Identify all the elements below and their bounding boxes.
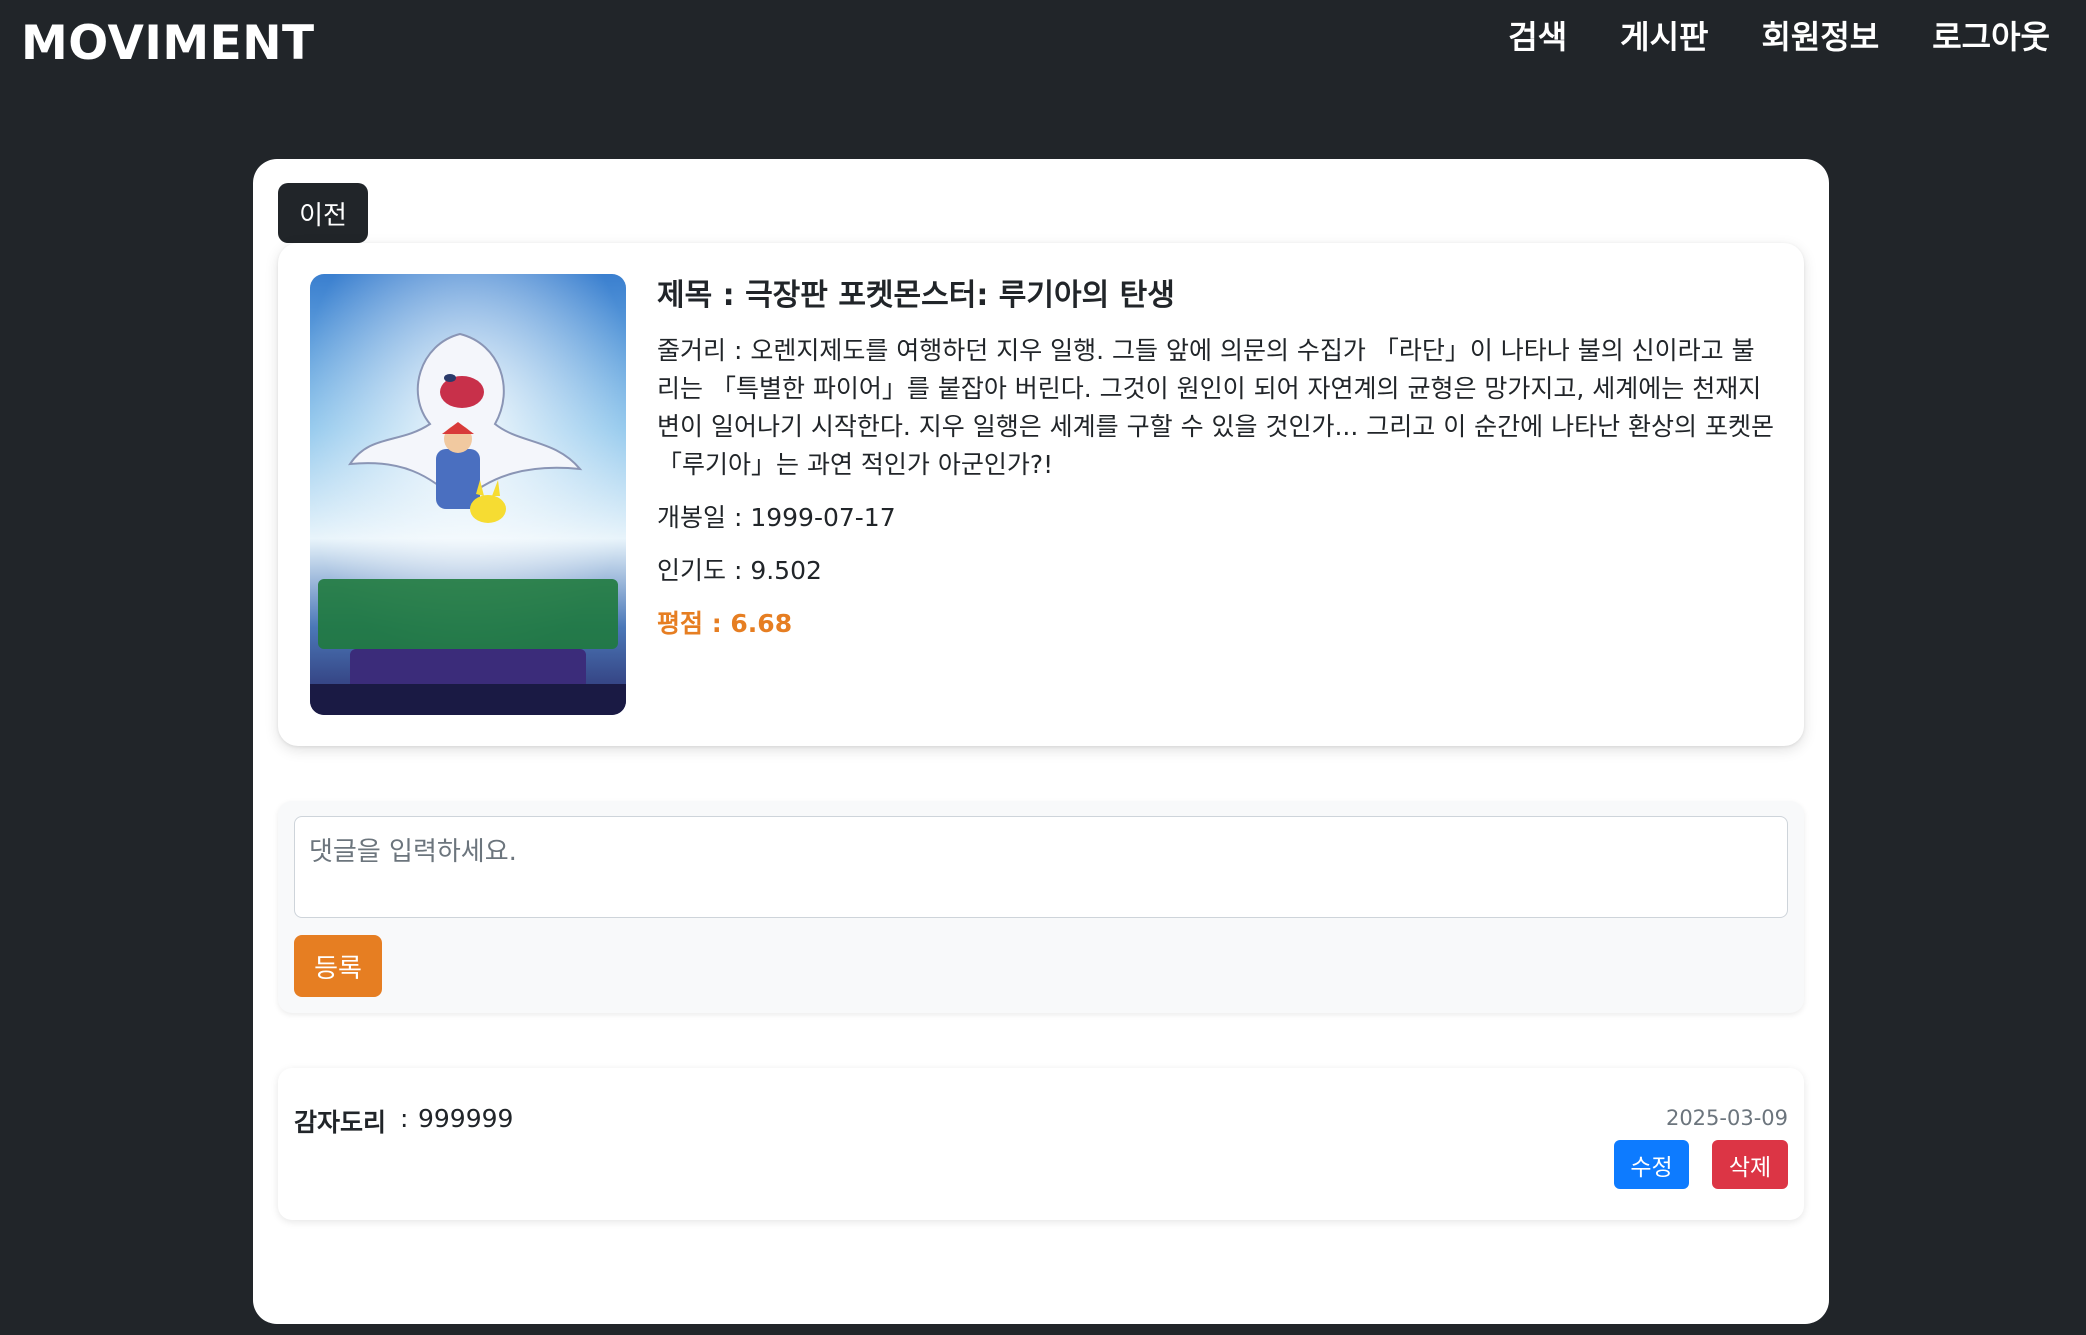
comment-item [278,1068,1804,1220]
brand-logo[interactable]: MOVIMENT [21,16,315,71]
main-nav: 검색 게시판 회원정보 로그아웃 [1508,12,2050,58]
movie-release-date: 개봉일 : 1999-07-17 [657,503,896,532]
comment-submit-button[interactable]: 등록 [294,935,382,997]
movie-info: 제목 : 극장판 포켓몬스터: 루기아의 탄생 줄거리 : 오렌지제도를 여행하… [657,272,1777,644]
nav-logout[interactable]: 로그아웃 [1932,12,2050,58]
nav-search[interactable]: 검색 [1508,12,1567,58]
movie-popularity: 인기도 : 9.502 [657,556,822,585]
nav-member-info[interactable]: 회원정보 [1761,12,1879,58]
comment-text: 999999 [418,1104,514,1133]
movie-poster [310,274,626,715]
movie-rating: 평점 : 6.68 [657,609,793,638]
comment-separator: : [400,1104,409,1133]
comment-author: 감자도리 [294,1108,387,1137]
nav-board[interactable]: 게시판 [1620,12,1708,58]
comment-edit-button[interactable]: 수정 [1614,1140,1689,1189]
back-button[interactable]: 이전 [278,183,368,243]
comment-delete-button[interactable]: 삭제 [1712,1140,1788,1189]
top-navbar: MOVIMENT 검색 게시판 회원정보 로그아웃 [0,0,2086,90]
comment-input[interactable] [294,816,1788,918]
movie-plot: 줄거리 : 오렌지제도를 여행하던 지우 일행. 그들 앞에 의문의 수집가 「… [657,336,1774,479]
movie-title: 제목 : 극장판 포켓몬스터: 루기아의 탄생 [657,278,1175,313]
comment-date: 2025-03-09 [1665,1106,1788,1130]
